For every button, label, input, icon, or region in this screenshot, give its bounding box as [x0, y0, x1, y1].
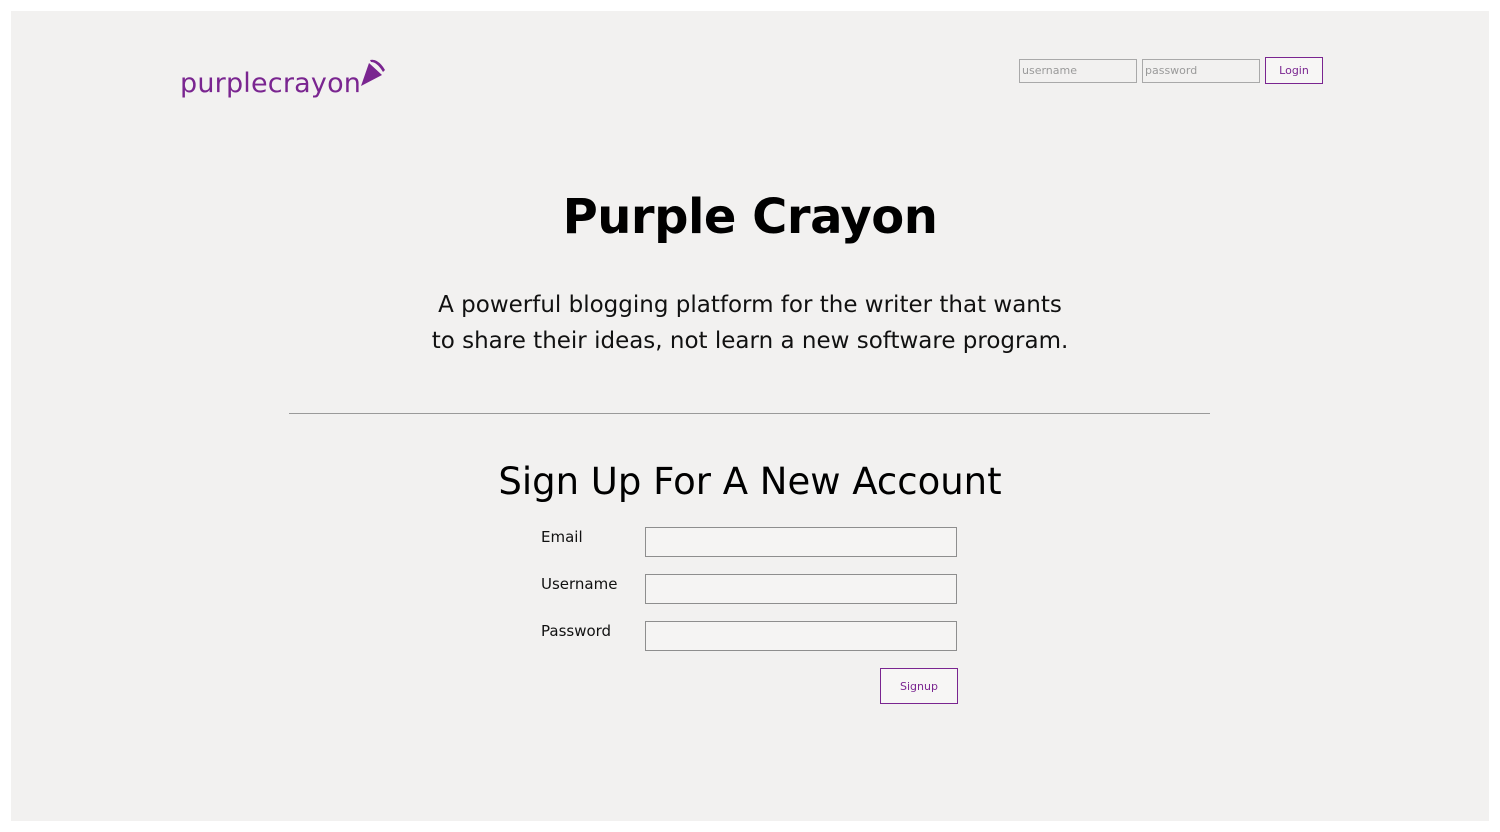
username-field[interactable] [645, 574, 957, 604]
page-frame: purplecrayon Login Purple Crayon A power… [11, 11, 1489, 821]
signup-button[interactable]: Signup [880, 668, 958, 704]
email-field[interactable] [645, 527, 957, 557]
crayon-icon [361, 59, 386, 86]
email-label: Email [541, 528, 583, 546]
password-label: Password [541, 622, 612, 640]
username-row: Username [541, 574, 957, 604]
page-title: Purple Crayon [562, 189, 938, 245]
username-label: Username [541, 575, 618, 593]
password-row: Password [541, 621, 957, 651]
header-password-input[interactable] [1142, 58, 1260, 83]
header-username-input[interactable] [1019, 58, 1137, 83]
section-divider [289, 413, 1210, 414]
login-button[interactable]: Login [1265, 57, 1323, 84]
signup-heading: Sign Up For A New Account [498, 460, 1002, 503]
email-row: Email [541, 527, 957, 557]
logo[interactable]: purplecrayon [180, 53, 388, 97]
password-field[interactable] [645, 621, 957, 651]
tagline-line-2: to share their ideas, not learn a new so… [431, 328, 1069, 354]
header-login-form: Login [1019, 57, 1323, 84]
tagline: A powerful blogging platform for the wri… [11, 287, 1489, 359]
tagline-line-1: A powerful blogging platform for the wri… [438, 292, 1062, 318]
logo-text: purplecrayon [180, 68, 362, 99]
